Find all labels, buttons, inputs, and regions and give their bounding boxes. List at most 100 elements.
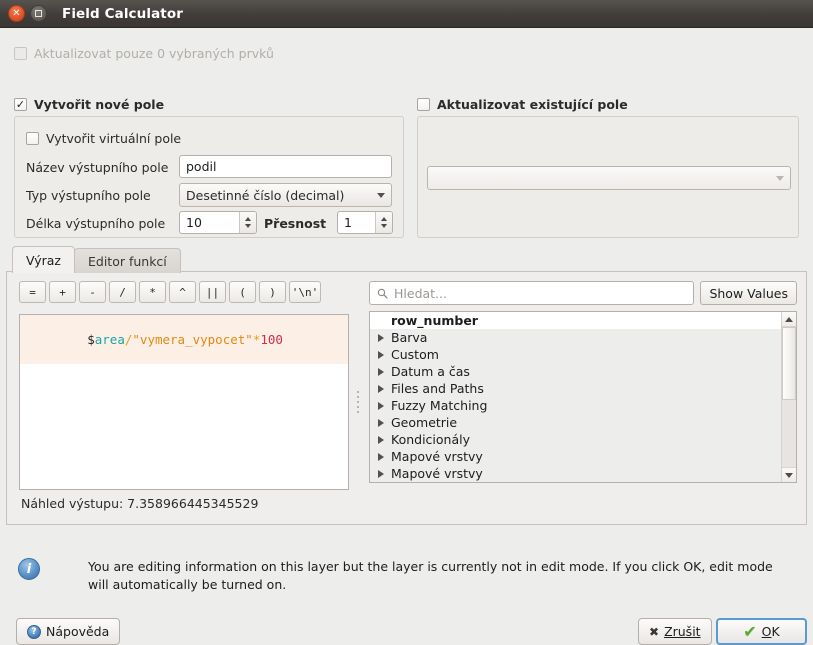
output-field-length-stepper[interactable]: 10 <box>179 211 257 234</box>
ok-label: OK <box>761 624 780 639</box>
chevron-right-icon[interactable] <box>378 401 384 410</box>
list-item[interactable]: Files and Paths <box>370 380 781 397</box>
window-titlebar: ✕ Field Calculator <box>0 0 813 28</box>
list-item[interactable]: Mapové vrstvy <box>370 465 781 482</box>
function-tree[interactable]: row_number Barva Custom Datum a čas File… <box>369 311 797 483</box>
expression-text-line: $area/"vymera_vypocet"*100 <box>20 315 348 364</box>
stepper-down-icon[interactable] <box>245 224 251 228</box>
search-icon <box>377 288 388 299</box>
chevron-right-icon[interactable] <box>378 350 384 359</box>
operator-equals-button[interactable]: = <box>19 281 46 303</box>
update-existing-field-checkbox[interactable]: Aktualizovat existující pole <box>417 97 628 112</box>
triangle-down-icon <box>785 472 793 478</box>
create-virtual-field-label: Vytvořit virtuální pole <box>46 131 182 146</box>
create-new-field-label: Vytvořit nové pole <box>34 97 165 112</box>
create-virtual-field-checkbox[interactable]: Vytvořit virtuální pole <box>26 131 181 146</box>
expression-token: 100 <box>260 332 283 347</box>
info-message-bar: i You are editing information on this la… <box>18 558 798 594</box>
expression-editor[interactable]: $area/"vymera_vypocet"*100 <box>19 314 349 490</box>
operator-divide-button[interactable]: / <box>109 281 136 303</box>
scrollbar-track[interactable] <box>782 327 796 467</box>
scrollbar-thumb[interactable] <box>782 327 796 400</box>
maximize-icon[interactable] <box>30 5 47 22</box>
operator-power-button[interactable]: ^ <box>169 281 196 303</box>
stepper-up-icon[interactable] <box>381 217 387 221</box>
chevron-right-icon[interactable] <box>378 384 384 393</box>
chevron-right-icon[interactable] <box>378 333 384 342</box>
update-selected-label: Aktualizovat pouze 0 vybraných prvků <box>34 46 274 61</box>
splitter-grip-icon <box>356 391 359 413</box>
chevron-right-icon[interactable] <box>378 367 384 376</box>
close-icon[interactable]: ✕ <box>8 5 25 22</box>
list-item[interactable]: Barva <box>370 329 781 346</box>
list-item[interactable]: Geometrie <box>370 414 781 431</box>
list-item[interactable]: row_number <box>370 312 781 329</box>
show-values-button[interactable]: Show Values <box>700 281 797 305</box>
update-selected-checkbox: Aktualizovat pouze 0 vybraných prvků <box>14 46 274 61</box>
create-new-field-checkbox[interactable]: ✓ Vytvořit nové pole <box>14 97 164 112</box>
list-item[interactable]: Mapové vrstvy <box>370 448 781 465</box>
function-tree-label: Mapové vrstvy <box>391 466 483 481</box>
cancel-label: Zrušit <box>664 624 701 639</box>
tab-editor-funkci[interactable]: Editor funkcí <box>73 248 181 273</box>
precision-value: 1 <box>344 215 352 230</box>
chevron-right-icon[interactable] <box>378 435 384 444</box>
checkbox-box <box>14 47 27 60</box>
stepper-up-icon[interactable] <box>245 217 251 221</box>
precision-stepper[interactable]: 1 <box>337 211 393 234</box>
operator-plus-button[interactable]: + <box>49 281 76 303</box>
scroll-down-button[interactable] <box>782 467 796 482</box>
tab-label: Editor funkcí <box>87 253 167 269</box>
precision-label: Přesnost <box>264 216 327 231</box>
info-message-text: You are editing information on this laye… <box>88 559 773 593</box>
chevron-right-icon[interactable] <box>378 469 384 478</box>
chevron-right-icon[interactable] <box>378 418 384 427</box>
output-field-name-input[interactable]: podil <box>179 155 392 178</box>
operator-multiply-button[interactable]: * <box>139 281 166 303</box>
help-button[interactable]: ? Nápověda <box>16 618 121 645</box>
operator-close-paren-button[interactable]: ) <box>259 281 286 303</box>
triangle-up-icon <box>785 316 793 322</box>
list-item[interactable]: Kondicionály <box>370 431 781 448</box>
output-field-length-label: Délka výstupního pole <box>26 216 166 231</box>
function-tree-label: Geometrie <box>391 415 458 430</box>
function-tree-label: Custom <box>391 347 439 362</box>
list-item[interactable]: Fuzzy Matching <box>370 397 781 414</box>
search-input[interactable]: Hledat... <box>369 281 695 305</box>
ok-button[interactable]: ✔ OK <box>716 618 807 645</box>
existing-field-group <box>417 116 799 238</box>
chevron-down-icon <box>377 192 385 198</box>
tab-label: Výraz <box>26 252 61 268</box>
show-values-label: Show Values <box>709 285 788 301</box>
chevron-right-icon[interactable] <box>378 452 384 461</box>
checkbox-box[interactable]: ✓ <box>14 98 27 111</box>
function-tree-label: row_number <box>391 313 478 328</box>
function-tree-scrollbar[interactable] <box>781 312 796 482</box>
stepper-down-icon[interactable] <box>381 224 387 228</box>
scroll-up-button[interactable] <box>782 312 796 327</box>
checkbox-box[interactable] <box>26 132 39 145</box>
stepper-arrows[interactable] <box>375 212 392 233</box>
output-field-type-combo[interactable]: Desetinné číslo (decimal) <box>179 183 392 207</box>
stepper-arrows[interactable] <box>239 212 256 233</box>
output-field-type-value: Desetinné číslo (decimal) <box>186 187 345 203</box>
function-tree-label: Barva <box>391 330 428 345</box>
update-existing-field-label: Aktualizovat existující pole <box>437 97 628 112</box>
checkbox-box[interactable] <box>417 98 430 111</box>
cancel-button[interactable]: ✖ Zrušit <box>638 618 712 645</box>
operator-minus-button[interactable]: - <box>79 281 106 303</box>
operator-open-paren-button[interactable]: ( <box>229 281 256 303</box>
function-tree-rows: row_number Barva Custom Datum a čas File… <box>370 312 781 482</box>
operator-newline-button[interactable]: '\n' <box>289 281 321 303</box>
function-tree-label: Datum a čas <box>391 364 470 379</box>
list-item[interactable]: Custom <box>370 346 781 363</box>
operator-concat-button[interactable]: || <box>199 281 226 303</box>
output-preview: Náhled výstupu: 7.358966445345529 <box>21 496 259 511</box>
panel-splitter[interactable] <box>352 322 363 482</box>
existing-field-combo <box>427 166 791 190</box>
new-field-group: Vytvořit virtuální pole Název výstupního… <box>14 116 404 238</box>
tab-vyraz[interactable]: Výraz <box>12 246 75 273</box>
function-tree-label: Mapové vrstvy <box>391 449 483 464</box>
help-label: Nápověda <box>46 624 110 639</box>
list-item[interactable]: Datum a čas <box>370 363 781 380</box>
